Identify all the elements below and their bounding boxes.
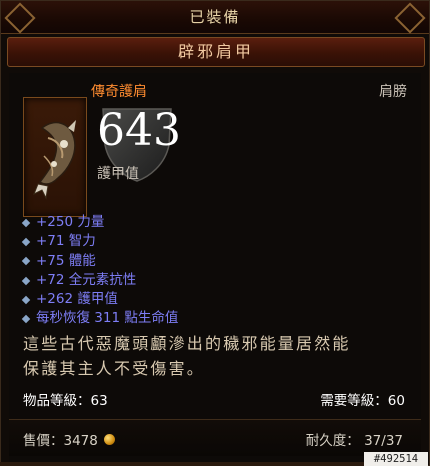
stat-line: +262 護甲值 (21, 290, 178, 309)
item-tooltip: 已裝備 辟邪肩甲 傳奇護肩 肩膀 643 護甲值 +250 力量 +71 智力 … (0, 0, 430, 466)
stat-line: +72 全元素抗性 (21, 271, 178, 290)
stat-text: +250 力量 (36, 214, 105, 230)
item-type-label: 傳奇護肩 (91, 84, 147, 100)
item-name: 辟邪肩甲 (7, 37, 425, 67)
diamond-bullet-icon (21, 256, 31, 266)
stat-text: +71 智力 (36, 233, 96, 250)
stat-line: +250 力量 (21, 213, 178, 232)
diamond-bullet-icon (21, 295, 31, 305)
item-level: 物品等級：63 (23, 393, 108, 409)
required-level: 需要等級：60 (320, 393, 405, 409)
item-slot-label: 肩膀 (379, 84, 407, 100)
shoulder-armor-icon (23, 97, 87, 217)
stat-text: +72 全元素抗性 (36, 271, 137, 288)
diamond-bullet-icon (21, 314, 31, 324)
stat-text: +262 護甲值 (36, 291, 118, 308)
durability: 耐久度： 37/37 (305, 433, 403, 449)
sell-price-text: 售價：3478 (23, 433, 98, 449)
armor-label: 護甲值 (97, 166, 139, 182)
stat-line: +71 智力 (21, 232, 178, 251)
diamond-bullet-icon (21, 276, 31, 285)
stat-list: +250 力量 +71 智力 +75 體能 +72 全元素抗性 +262 護甲值… (21, 213, 179, 329)
sell-price: 售價：3478 (23, 429, 115, 449)
bottom-trim (0, 462, 364, 466)
diamond-bullet-icon (21, 218, 31, 227)
gold-coin-icon (103, 433, 115, 445)
stat-text: 每秒恢復 311 點生命值 (36, 310, 179, 327)
equipped-header: 已裝備 (1, 1, 429, 34)
flavor-line: 這些古代惡魔頭顱滲出的穢邪能量居然能 (23, 334, 351, 353)
armor-value: 643 (97, 105, 181, 156)
stat-text: +75 體能 (36, 252, 96, 269)
diamond-bullet-icon (21, 237, 31, 247)
stat-line: +75 體能 (21, 252, 178, 271)
stat-line: 每秒恢復 311 點生命值 (21, 309, 179, 328)
flavor-text: 這些古代惡魔頭顱滲出的穢邪能量居然能 保護其主人不受傷害。 (23, 331, 415, 381)
flavor-line: 保護其主人不受傷害。 (23, 359, 206, 378)
watermark-id: #492514 (364, 452, 428, 466)
